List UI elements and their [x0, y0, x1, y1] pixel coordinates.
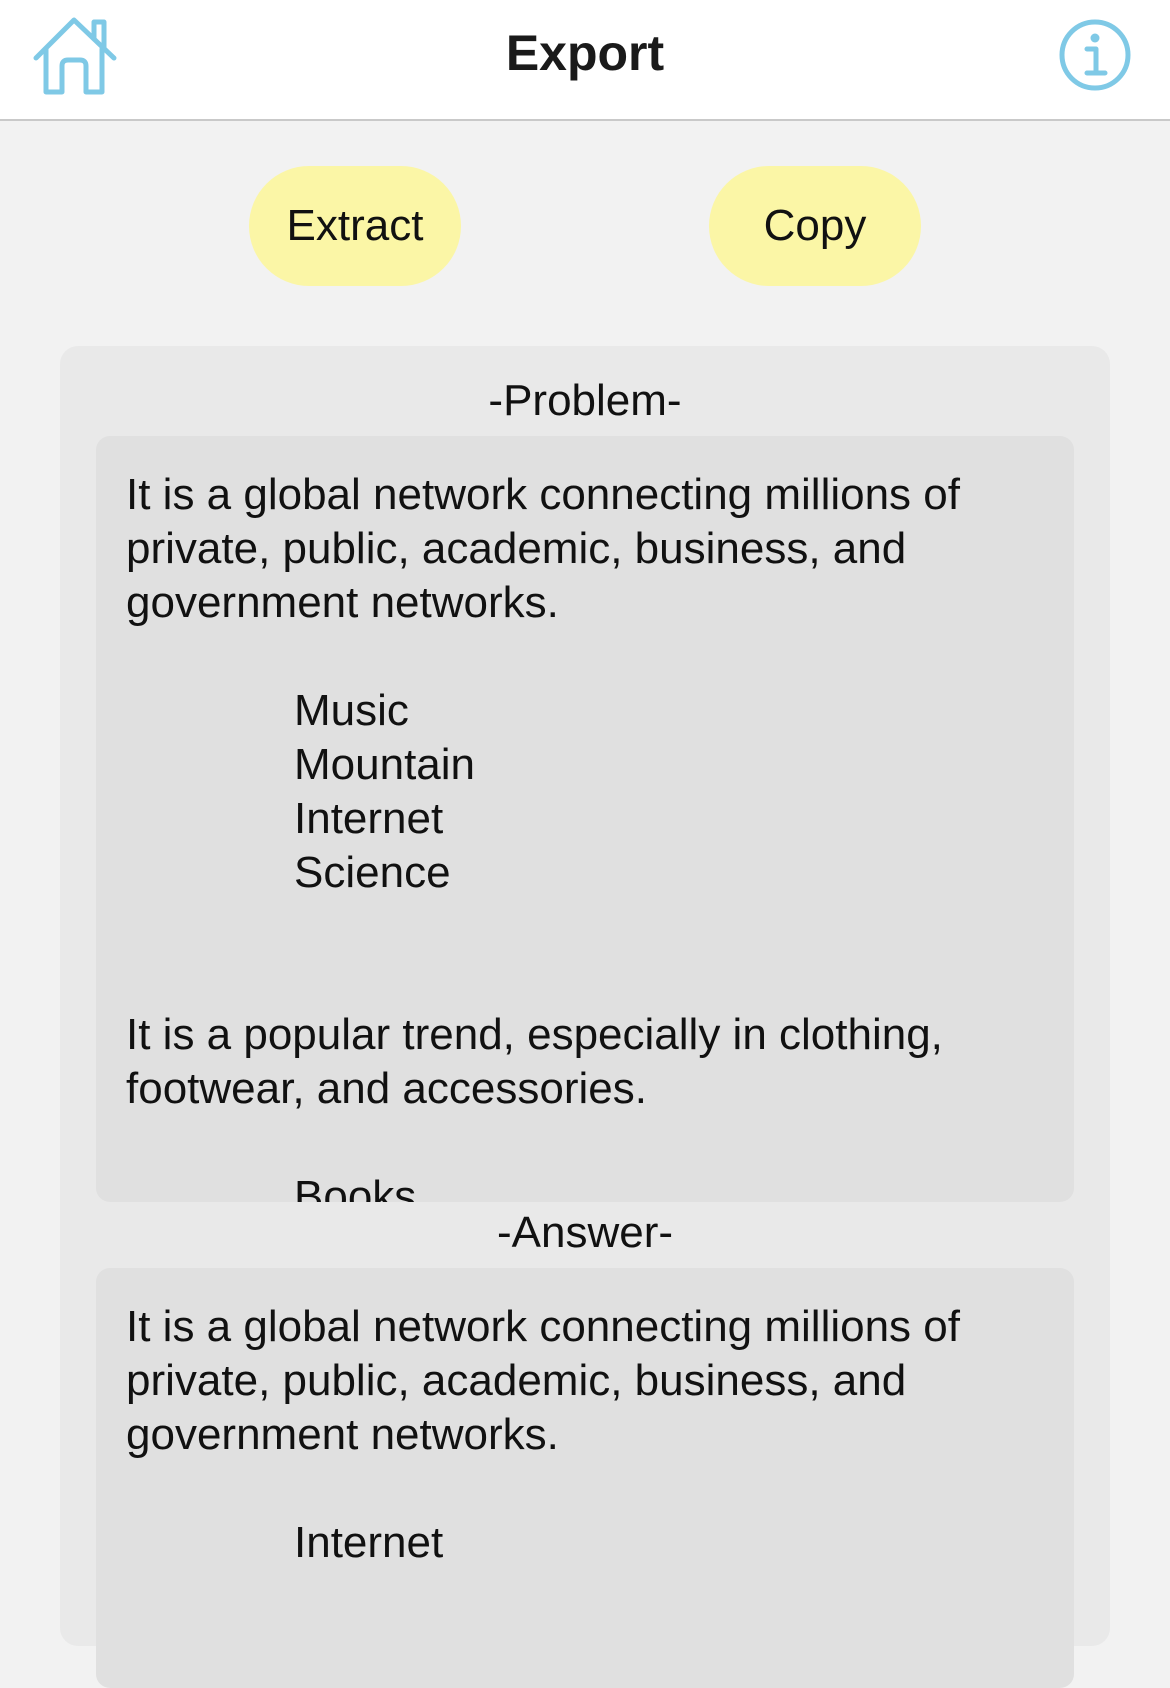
- option-item: Internet: [294, 794, 444, 843]
- option-item: Music: [294, 686, 409, 735]
- answer-item: Internet: [294, 1518, 444, 1567]
- option-item: Books: [294, 1172, 417, 1202]
- extract-button[interactable]: Extract: [249, 166, 461, 286]
- problem-question-1: It is a global network connecting millio…: [126, 470, 960, 627]
- problem-question-2: It is a popular trend, especially in clo…: [126, 1010, 943, 1113]
- info-icon: [1059, 19, 1131, 91]
- problem-label: -Problem-: [488, 376, 682, 425]
- page-title: Export: [505, 25, 665, 81]
- answer-textbox[interactable]: It is a global network connecting millio…: [96, 1268, 1074, 1688]
- copy-button[interactable]: Copy: [709, 166, 921, 286]
- answer-text-1: It is a global network connecting millio…: [126, 1302, 960, 1459]
- navigation-bar: Export: [0, 0, 1170, 121]
- option-item: Science: [294, 848, 451, 897]
- problem-options-1: Music Mountain Internet Science: [294, 684, 1044, 900]
- option-item: Mountain: [294, 740, 476, 789]
- problem-textbox[interactable]: It is a global network connecting millio…: [96, 436, 1074, 1202]
- answer-options-1: Internet: [294, 1516, 1044, 1570]
- answer-label: -Answer-: [496, 1208, 674, 1257]
- problem-options-2: Books: [294, 1170, 1044, 1202]
- export-card: -Problem- It is a global network connect…: [60, 346, 1110, 1688]
- info-button[interactable]: [1056, 16, 1134, 94]
